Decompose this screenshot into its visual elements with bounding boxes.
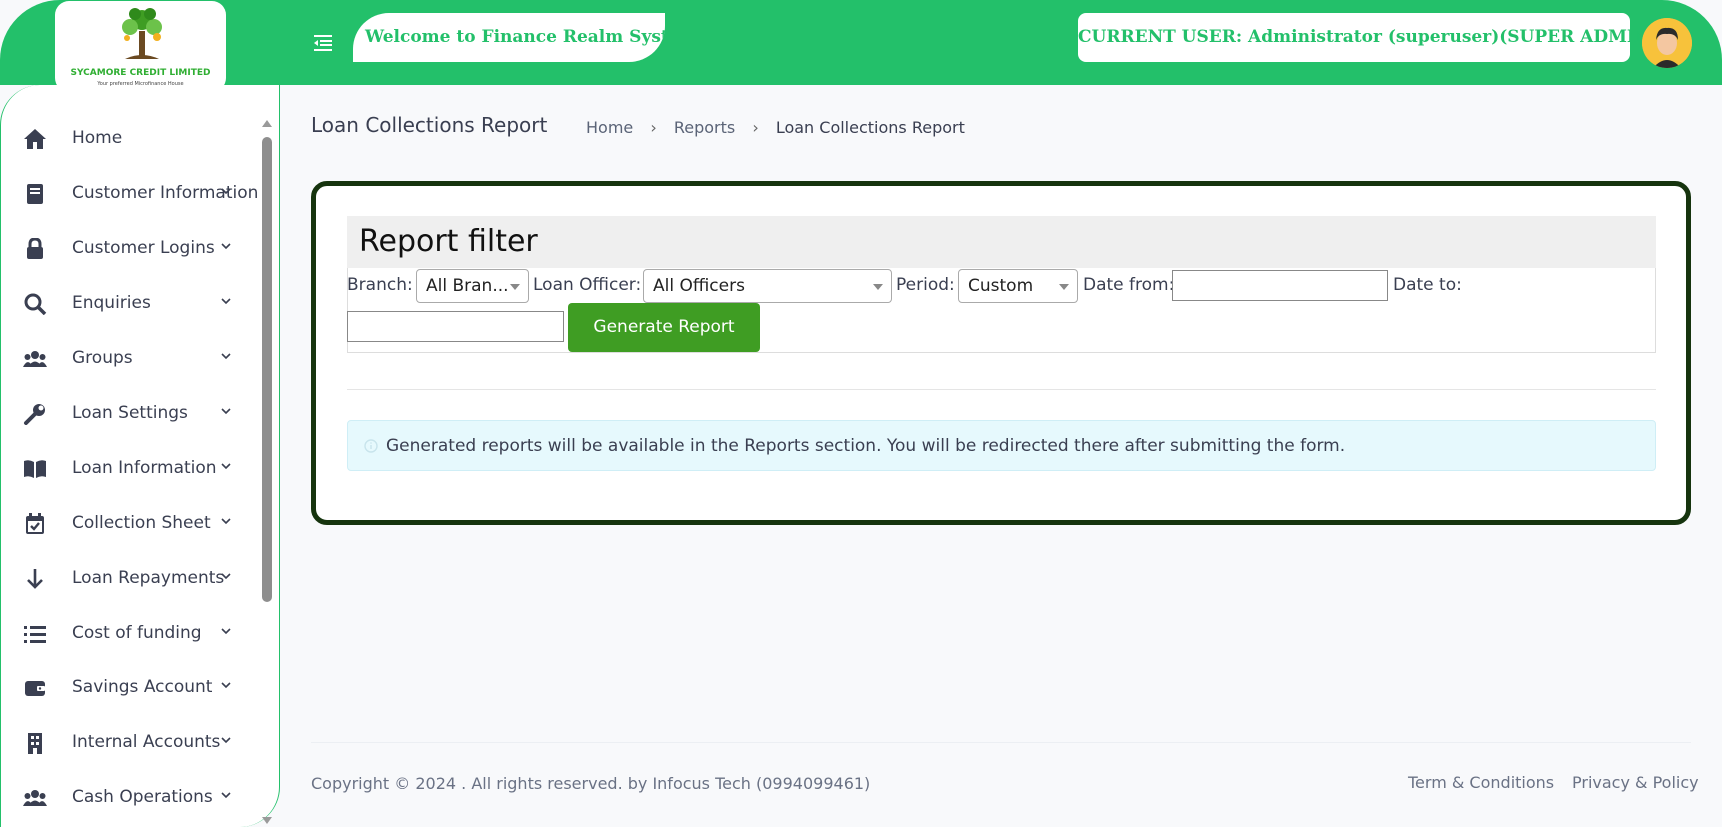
sidebar-item-loan-settings[interactable]: Loan Settings bbox=[1, 391, 261, 435]
sidebar-item-internal-accounts[interactable]: Internal Accounts bbox=[1, 720, 261, 764]
generate-report-button[interactable]: Generate Report bbox=[568, 303, 760, 352]
sidebar-item-cost-of-funding[interactable]: Cost of funding bbox=[1, 611, 261, 655]
report-filter-heading: Report filter bbox=[347, 216, 1656, 268]
wallet-icon bbox=[25, 681, 45, 696]
breadcrumb-home-link[interactable]: Home bbox=[586, 118, 633, 137]
wrench-icon bbox=[24, 404, 45, 425]
company-logo[interactable]: SYCAMORE CREDIT LIMITED Your preferred M… bbox=[55, 1, 226, 92]
sidebar-item-label: Enquiries bbox=[72, 293, 151, 313]
sidebar-item-label: Cost of funding bbox=[72, 623, 202, 643]
date-from-input[interactable] bbox=[1172, 270, 1388, 301]
users-icon bbox=[23, 351, 47, 367]
info-alert: Generated reports will be available in t… bbox=[347, 420, 1656, 471]
sidebar-item-enquiries[interactable]: Enquiries bbox=[1, 281, 261, 325]
chevron-down-icon bbox=[221, 298, 231, 305]
chevron-down-icon bbox=[221, 243, 231, 250]
book-icon bbox=[27, 184, 43, 204]
period-select[interactable]: Custom bbox=[958, 269, 1078, 303]
chevron-down-icon bbox=[221, 518, 231, 525]
menu-toggle-icon[interactable] bbox=[312, 30, 336, 54]
chevron-down-icon bbox=[221, 628, 231, 635]
tree-logo-icon bbox=[122, 8, 162, 59]
sidebar-item-label: Cash Operations bbox=[72, 787, 213, 807]
sidebar-item-label: Home bbox=[72, 128, 123, 148]
sidebar-item-label: Loan Information bbox=[72, 458, 217, 478]
current-user-badge: CURRENT USER: Administrator (superuser)(… bbox=[1078, 13, 1658, 62]
sidebar-item-label: Loan Settings bbox=[72, 403, 188, 423]
sidebar-item-cash-operations[interactable]: Cash Operations bbox=[1, 775, 261, 819]
avatar-person-icon bbox=[1642, 18, 1692, 68]
period-label: Period: bbox=[896, 275, 955, 295]
breadcrumb-separator-icon: › bbox=[752, 118, 759, 137]
footer-divider bbox=[311, 742, 1691, 743]
sidebar-item-label: Loan Repayments bbox=[72, 568, 225, 588]
divider bbox=[347, 389, 1656, 390]
dropdown-arrow-icon bbox=[1059, 284, 1069, 290]
sidebar-item-label: Internal Accounts bbox=[72, 732, 221, 752]
date-to-label: Date to: bbox=[1393, 275, 1462, 295]
branch-select[interactable]: All Bran... bbox=[416, 269, 529, 303]
home-icon bbox=[24, 129, 46, 149]
calendar-check-icon bbox=[26, 513, 44, 534]
sidebar-item-loan-information[interactable]: Loan Information bbox=[1, 446, 261, 490]
sidebar-item-label: Customer Information bbox=[72, 183, 259, 203]
dropdown-arrow-icon bbox=[510, 284, 520, 290]
sidebar-item-loan-repayments[interactable]: Loan Repayments bbox=[1, 556, 261, 600]
terms-link[interactable]: Term & Conditions bbox=[1408, 773, 1554, 792]
loan-officer-select[interactable]: All Officers bbox=[643, 269, 892, 303]
sidebar-item-customer-information[interactable]: Customer Information bbox=[1, 171, 261, 215]
logo-company-name: SYCAMORE CREDIT LIMITED bbox=[70, 68, 211, 78]
info-icon bbox=[364, 439, 378, 453]
logo-tagline: Your preferred Microfinance House bbox=[97, 81, 184, 87]
info-alert-text: Generated reports will be available in t… bbox=[386, 436, 1346, 456]
list-icon bbox=[24, 626, 46, 643]
chevron-down-icon bbox=[221, 682, 231, 689]
chevron-down-icon bbox=[221, 737, 231, 744]
chevron-down-icon bbox=[221, 408, 231, 415]
privacy-link[interactable]: Privacy & Policy bbox=[1572, 773, 1699, 792]
page-title: Loan Collections Report bbox=[311, 113, 548, 137]
chevron-down-icon bbox=[221, 188, 231, 195]
sidebar-item-label: Savings Account bbox=[72, 677, 213, 697]
sidebar-item-home[interactable]: Home bbox=[1, 116, 261, 160]
date-from-label: Date from: bbox=[1083, 275, 1175, 295]
open-book-icon bbox=[24, 460, 46, 478]
period-select-value: Custom bbox=[968, 276, 1034, 296]
sidebar-item-label: Groups bbox=[72, 348, 133, 368]
loan-officer-label: Loan Officer: bbox=[533, 275, 642, 295]
loan-officer-select-value: All Officers bbox=[653, 276, 745, 296]
sidebar: Home Customer Information Customer Login… bbox=[0, 85, 280, 827]
sidebar-item-customer-logins[interactable]: Customer Logins bbox=[1, 226, 261, 270]
users-icon bbox=[23, 790, 47, 806]
lock-icon bbox=[27, 238, 43, 259]
user-avatar[interactable] bbox=[1642, 18, 1692, 68]
sidebar-item-label: Collection Sheet bbox=[72, 513, 211, 533]
sidebar-item-savings-account[interactable]: Savings Account bbox=[1, 665, 261, 709]
search-icon bbox=[24, 293, 47, 315]
branch-select-value: All Bran... bbox=[426, 276, 509, 296]
sidebar-item-label: Customer Logins bbox=[72, 238, 215, 258]
date-to-input[interactable] bbox=[347, 311, 564, 342]
welcome-banner: Welcome to Finance Realm System bbox=[353, 13, 665, 62]
breadcrumb-current: Loan Collections Report bbox=[775, 118, 965, 137]
sidebar-item-collection-sheet[interactable]: Collection Sheet bbox=[1, 501, 261, 545]
breadcrumb-separator-icon: › bbox=[650, 118, 657, 137]
chevron-down-icon bbox=[221, 792, 231, 799]
sidebar-scroll-thumb[interactable] bbox=[262, 137, 272, 602]
chevron-down-icon bbox=[221, 463, 231, 470]
sidebar-item-groups[interactable]: Groups bbox=[1, 336, 261, 380]
breadcrumb: Home › Reports › Loan Collections Report bbox=[586, 118, 965, 137]
arrow-down-icon bbox=[27, 569, 43, 589]
building-icon bbox=[28, 733, 42, 754]
chevron-down-icon bbox=[221, 573, 231, 580]
chevron-down-icon bbox=[221, 353, 231, 360]
branch-label: Branch: bbox=[347, 275, 413, 295]
breadcrumb-reports-link[interactable]: Reports bbox=[674, 118, 735, 137]
dropdown-arrow-icon bbox=[873, 284, 883, 290]
footer-copyright: Copyright © 2024 . All rights reserved. … bbox=[311, 774, 871, 793]
